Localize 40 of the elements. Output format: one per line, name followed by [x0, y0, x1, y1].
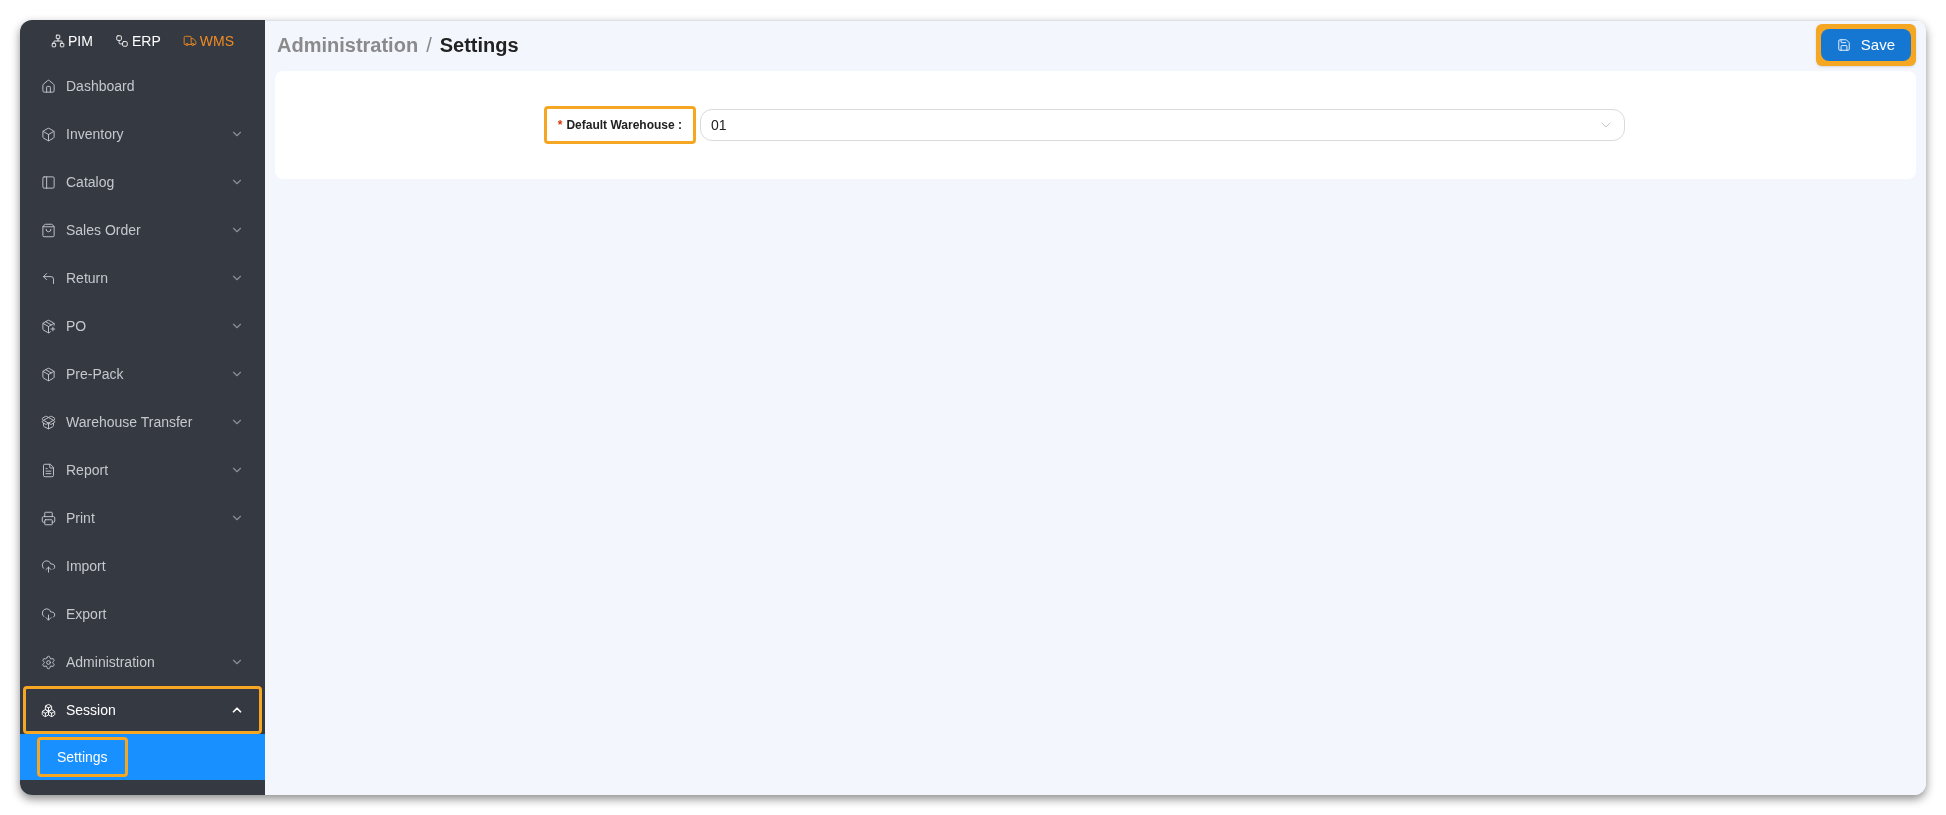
panel-icon [41, 174, 56, 190]
return-arrow-icon [41, 270, 56, 286]
printer-icon [41, 510, 56, 526]
sidebar-item[interactable]: Report [23, 446, 262, 494]
sidebar-item[interactable]: Inventory [23, 110, 262, 158]
truck-icon [182, 34, 197, 48]
submenu-label: Settings [37, 737, 128, 777]
workflow-icon [114, 34, 129, 48]
sidebar-item[interactable]: PO [23, 302, 262, 350]
module-tab[interactable]: ERP [114, 30, 161, 52]
gear-icon [41, 654, 56, 670]
sidebar-item[interactable]: Sales Order [23, 206, 262, 254]
package-icon [41, 366, 56, 382]
save-button[interactable]: Save [1820, 29, 1911, 61]
network-icon [51, 34, 65, 48]
package-plus-icon [41, 318, 56, 334]
sidebar-item[interactable]: Return [23, 254, 262, 302]
sidebar-item[interactable]: Catalog [23, 158, 262, 206]
sidebar-item[interactable]: Print [23, 494, 262, 542]
module-tab[interactable]: PIM [51, 30, 93, 52]
cube-icon [41, 126, 56, 142]
home-icon [41, 78, 56, 94]
sidebar-item[interactable]: Export [23, 590, 262, 638]
package-icon [41, 414, 56, 430]
module-tab[interactable]: WMS [182, 30, 234, 52]
sidebar-item[interactable]: Administration [23, 638, 262, 686]
sidebar-item[interactable]: Warehouse Transfer [23, 398, 262, 446]
document-icon [41, 462, 56, 478]
sidebar-item[interactable]: Pre-Pack [23, 350, 262, 398]
sidebar-item[interactable]: Session [23, 686, 262, 734]
sidebar-item[interactable]: Dashboard [23, 62, 262, 110]
boxes-icon [41, 702, 56, 718]
field-label: * Default Warehouse : [543, 106, 696, 144]
cloud-upload-icon [41, 558, 56, 574]
bag-icon [41, 222, 56, 238]
cloud-download-icon [41, 606, 56, 622]
breadcrumb-separator: / [426, 33, 432, 58]
page-title: Settings [439, 33, 519, 58]
warehouse-select[interactable]: 01 [700, 109, 1625, 141]
sidebar-item[interactable]: Import [23, 542, 262, 590]
